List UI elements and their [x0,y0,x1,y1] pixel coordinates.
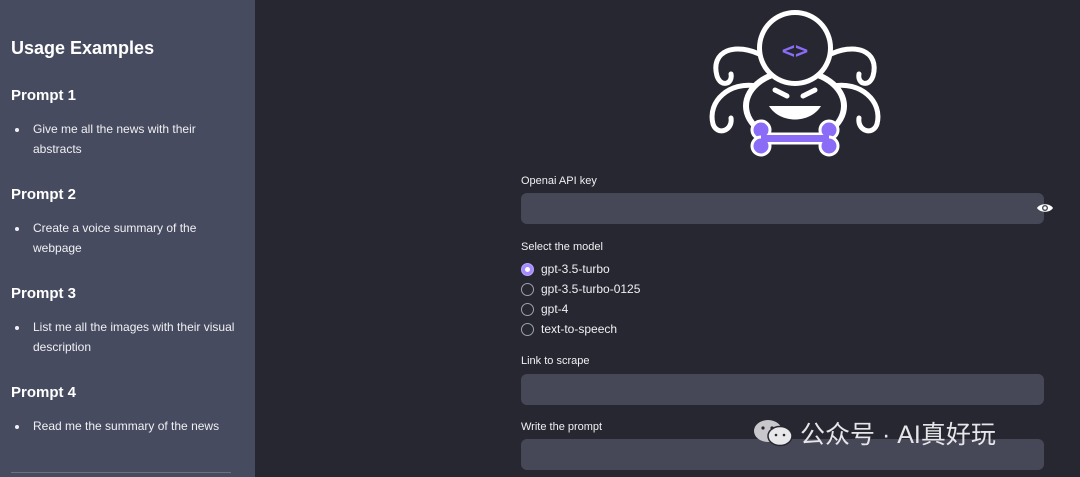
prompt-3-text: List me all the images with their visual… [33,317,248,357]
radio-unchecked-icon[interactable] [521,323,534,336]
model-option-label: text-to-speech [541,322,618,336]
sidebar-title: Usage Examples [11,38,155,58]
eye-icon[interactable] [1036,202,1054,214]
prompt-2-line-2: webpage [33,241,82,255]
bullet-dot [15,326,19,330]
wechat-icon [754,420,793,447]
watermark-text: 公众号 · AI真好玩 [800,421,996,449]
bullet-dot [15,425,19,429]
bullet-dot [15,227,19,231]
prompt-1-line-2: abstracts [33,142,82,156]
prompt-label: Write the prompt [521,421,603,433]
prompt-4-heading: Prompt 4 [11,384,77,401]
radio-unchecked-icon[interactable] [521,303,534,316]
model-option-label: gpt-3.5-turbo-0125 [541,282,641,296]
radio-unchecked-icon[interactable] [521,283,534,296]
model-option-label: gpt-3.5-turbo [541,262,610,276]
prompt-2-heading: Prompt 2 [11,186,77,203]
prompt-1-line-1: Give me all the news with their [33,122,196,136]
prompt-4-text: Read me the summary of the news [33,416,223,436]
link-label: Link to scrape [521,355,590,367]
prompt-3-line-1: List me all the images with their visual [33,320,235,334]
sidebar: Usage Examples Prompt 1 Give me all the … [0,0,255,477]
prompt-1-text: Give me all the news with their abstract… [33,119,223,159]
main-content: <> Openai API key Select the model gpt-3… [255,0,1080,477]
watermark: 公众号 · AI真好玩 [752,416,996,450]
api-key-label: Openai API key [521,175,597,187]
prompt-2-line-1: Create a voice summary of the [33,221,197,235]
prompt-3-heading: Prompt 3 [11,285,77,302]
prompt-1-heading: Prompt 1 [11,87,77,104]
prompt-4-line-1: Read me the summary of the news [33,419,220,433]
model-label: Select the model [521,241,603,253]
bullet-dot [15,128,19,132]
prompt-3-line-2: description [33,340,92,354]
api-key-input[interactable] [521,193,1044,224]
spider-robot-logo-icon: <> [709,10,881,157]
prompt-2-text: Create a voice summary of the webpage [33,218,223,258]
radio-checked-icon[interactable] [521,263,534,276]
link-input[interactable] [521,374,1044,405]
sidebar-divider [11,472,231,473]
code-symbol: <> [782,39,809,64]
model-option-label: gpt-4 [541,302,569,316]
app-window: Usage Examples Prompt 1 Give me all the … [0,0,1080,477]
